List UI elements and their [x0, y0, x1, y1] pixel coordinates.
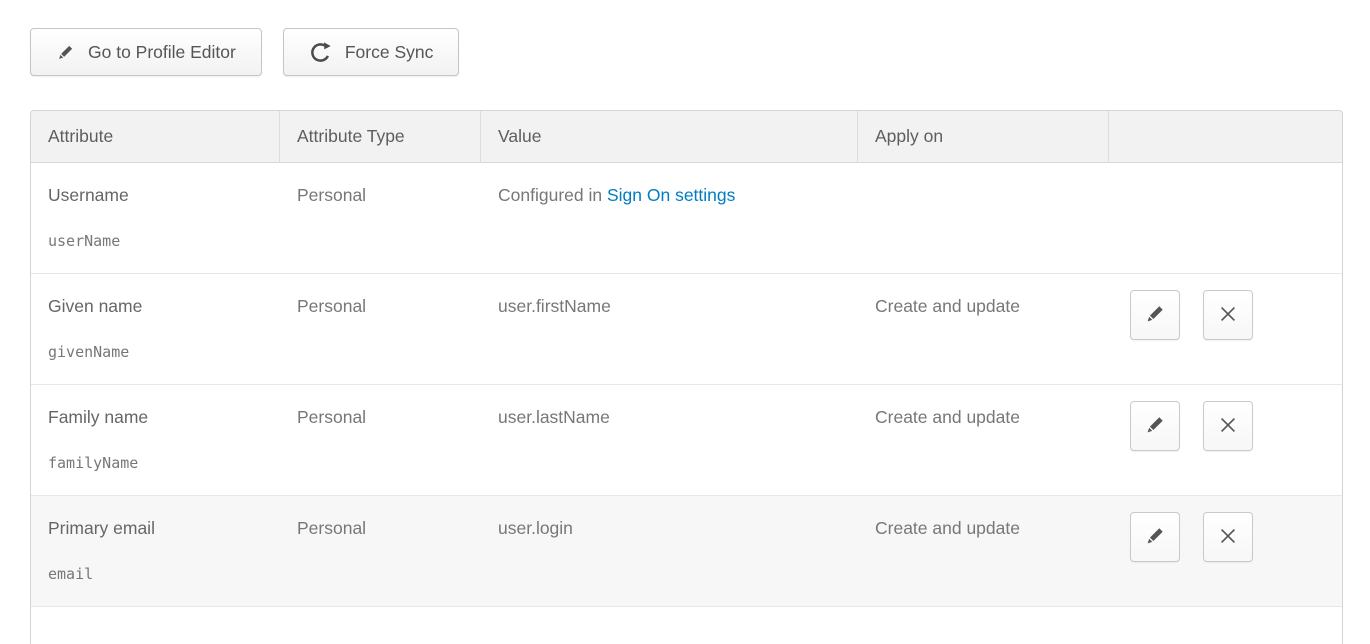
- header-attribute: Attribute: [31, 111, 280, 163]
- apply-on-cell: [858, 163, 1109, 274]
- pencil-icon: [1144, 525, 1166, 550]
- force-sync-label: Force Sync: [345, 42, 434, 63]
- table-row-username: Username userName Personal Configured in…: [31, 163, 1343, 274]
- pencil-icon: [1144, 303, 1166, 328]
- apply-on-cell: Create and update: [858, 496, 1109, 607]
- value-cell: user.lastName: [481, 385, 858, 496]
- x-icon: [1217, 303, 1239, 328]
- delete-attribute-button[interactable]: [1203, 290, 1253, 340]
- page: Go to Profile Editor Force Sync Attribut…: [0, 0, 1370, 644]
- actions-cell: [1109, 496, 1343, 607]
- attribute-cell: Given name givenName: [31, 274, 280, 385]
- attribute-cell: Username userName: [31, 163, 280, 274]
- force-sync-button[interactable]: Force Sync: [283, 28, 460, 76]
- attribute-variable: givenName: [48, 343, 268, 361]
- attribute-label: Username: [48, 185, 268, 206]
- attribute-type-cell: Personal: [280, 163, 481, 274]
- delete-attribute-button[interactable]: [1203, 401, 1253, 451]
- value-cell: user.firstName: [481, 274, 858, 385]
- go-to-profile-editor-label: Go to Profile Editor: [88, 42, 236, 63]
- attribute-cell: Family name familyName: [31, 385, 280, 496]
- value-prefix-text: Configured in: [498, 185, 607, 205]
- pencil-icon: [56, 43, 75, 62]
- attribute-label: Family name: [48, 407, 268, 428]
- attribute-variable: email: [48, 565, 268, 583]
- attribute-cell: Primary email email: [31, 496, 280, 607]
- edit-attribute-button[interactable]: [1130, 290, 1180, 340]
- x-icon: [1217, 414, 1239, 439]
- attribute-label: Primary email: [48, 518, 268, 539]
- value-cell: user.login: [481, 496, 858, 607]
- empty-cell: [31, 607, 1343, 644]
- table-row-family-name: Family name familyName Personal user.las…: [31, 385, 1343, 496]
- header-attribute-type: Attribute Type: [280, 111, 481, 163]
- apply-on-cell: Create and update: [858, 385, 1109, 496]
- sign-on-settings-link[interactable]: Sign On settings: [607, 185, 735, 205]
- table-header-row: Attribute Attribute Type Value Apply on: [31, 111, 1343, 163]
- header-apply-on: Apply on: [858, 111, 1109, 163]
- table-row-primary-email: Primary email email Personal user.login …: [31, 496, 1343, 607]
- attribute-mapping-table: Attribute Attribute Type Value Apply on …: [30, 110, 1343, 644]
- header-value: Value: [481, 111, 858, 163]
- value-cell: Configured in Sign On settings: [481, 163, 858, 274]
- attribute-type-cell: Personal: [280, 385, 481, 496]
- header-actions: [1109, 111, 1343, 163]
- table-row-given-name: Given name givenName Personal user.first…: [31, 274, 1343, 385]
- toolbar: Go to Profile Editor Force Sync: [30, 28, 459, 76]
- attribute-label: Given name: [48, 296, 268, 317]
- delete-attribute-button[interactable]: [1203, 512, 1253, 562]
- attribute-type-cell: Personal: [280, 274, 481, 385]
- x-icon: [1217, 525, 1239, 550]
- apply-on-cell: Create and update: [858, 274, 1109, 385]
- actions-cell: [1109, 163, 1343, 274]
- go-to-profile-editor-button[interactable]: Go to Profile Editor: [30, 28, 262, 76]
- attribute-type-cell: Personal: [280, 496, 481, 607]
- refresh-icon: [309, 41, 332, 64]
- edit-attribute-button[interactable]: [1130, 512, 1180, 562]
- table-row-partial: [31, 607, 1343, 644]
- pencil-icon: [1144, 414, 1166, 439]
- actions-cell: [1109, 385, 1343, 496]
- attribute-variable: familyName: [48, 454, 268, 472]
- edit-attribute-button[interactable]: [1130, 401, 1180, 451]
- actions-cell: [1109, 274, 1343, 385]
- attribute-variable: userName: [48, 232, 268, 250]
